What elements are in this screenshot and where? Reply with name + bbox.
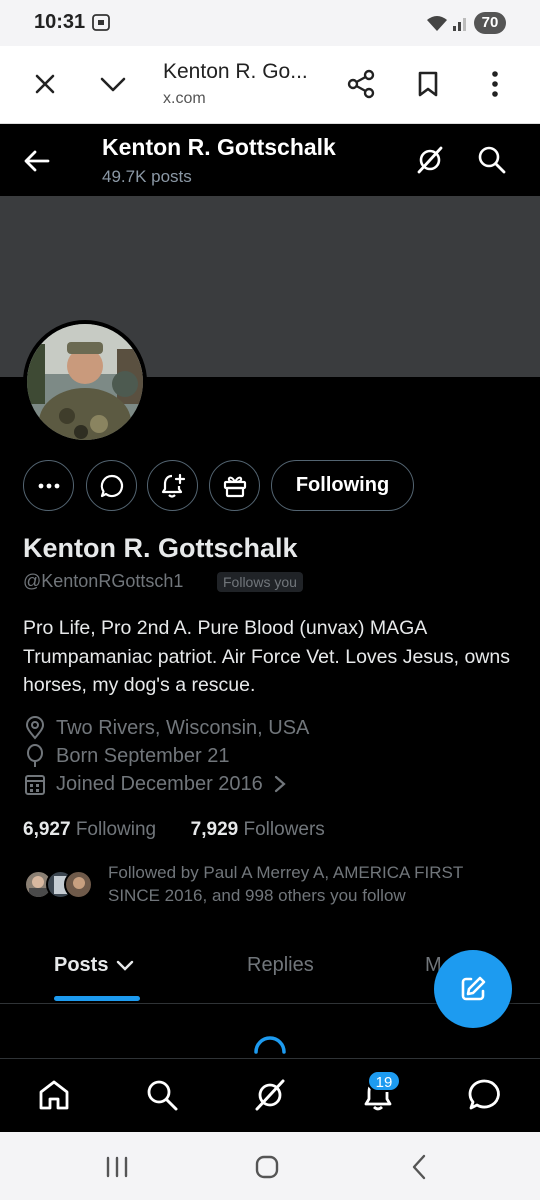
status-time: 10:31 [34, 11, 86, 33]
message-icon [100, 474, 123, 497]
grok-icon[interactable] [414, 144, 446, 176]
profile-location: Two Rivers, Wisconsin, USA [24, 716, 309, 740]
browser-toolbar: Kenton R. Go... x.com [0, 46, 540, 124]
profile-header: Kenton R. Gottschalk 49.7K posts [0, 124, 540, 196]
profile-handle: @KentonRGottsch1 [23, 571, 184, 591]
bottom-navigation [0, 1058, 540, 1132]
share-icon [347, 69, 375, 99]
minimize-button[interactable] [95, 66, 131, 102]
tab-posts-label: Posts [54, 954, 109, 976]
bookmark-icon [418, 71, 438, 97]
joined-text: Joined December 2016 [56, 772, 263, 795]
chevron-right-icon[interactable] [273, 774, 287, 794]
header-posts-count: 49.7K posts [102, 167, 192, 186]
share-button[interactable] [343, 66, 379, 102]
balloon-icon [27, 744, 43, 767]
notify-button[interactable] [147, 460, 198, 511]
close-icon [35, 74, 55, 94]
home-button-icon[interactable] [252, 1152, 282, 1182]
wifi-icon [427, 16, 447, 31]
followed-by-text: Followed by Paul A Merrey A, AMERICA FIR… [108, 863, 463, 905]
gift-button[interactable] [209, 460, 260, 511]
profile-joined: Joined December 2016 [24, 772, 287, 796]
home-icon[interactable] [36, 1077, 72, 1113]
followers-label: Followers [243, 819, 325, 840]
following-link[interactable]: 6,927 Following [23, 819, 156, 840]
more-horizontal-icon [38, 483, 59, 488]
grok-icon[interactable] [252, 1077, 288, 1113]
browser-domain: x.com [163, 90, 206, 107]
follower-avatar [64, 870, 93, 899]
browser-menu-button[interactable] [477, 66, 513, 102]
following-count: 6,927 [23, 819, 71, 840]
battery-indicator: 70 [474, 12, 506, 34]
recent-apps-icon[interactable] [102, 1152, 132, 1182]
screenshot-icon [92, 14, 110, 31]
avatar[interactable] [23, 320, 147, 444]
header-name: Kenton R. Gottschalk [102, 134, 336, 160]
more-options-button[interactable] [23, 460, 74, 511]
compose-icon [461, 976, 486, 1001]
browser-page-title: Kenton R. Go... [163, 60, 308, 83]
close-tab-button[interactable] [27, 66, 63, 102]
chevron-down-icon [100, 77, 126, 92]
follow-counts: 6,927 Following 7,929 Followers [23, 819, 325, 841]
avatar-image [27, 324, 143, 440]
tab-posts[interactable]: Posts [54, 954, 134, 977]
message-button[interactable] [86, 460, 137, 511]
compose-post-button[interactable] [434, 950, 512, 1028]
status-bar: 10:31 70 [0, 0, 540, 46]
followers-count: 7,929 [190, 819, 239, 840]
bookmark-button[interactable] [410, 66, 446, 102]
following-button[interactable]: Following [271, 460, 414, 511]
search-icon[interactable] [476, 144, 508, 176]
location-pin-icon [25, 716, 45, 740]
search-icon[interactable] [144, 1077, 180, 1113]
location-text: Two Rivers, Wisconsin, USA [56, 716, 310, 739]
signal-icon [453, 18, 466, 31]
back-arrow-icon[interactable] [22, 146, 52, 176]
profile-actions: Following [0, 460, 540, 512]
following-label: Following [75, 819, 157, 840]
profile-display-name: Kenton R. Gottschalk [23, 533, 298, 563]
profile-bio: Pro Life, Pro 2nd A. Pure Blood (unvax) … [23, 617, 510, 696]
more-vertical-icon [492, 71, 498, 97]
system-navigation-bar [0, 1132, 540, 1200]
tab-replies[interactable]: Replies [247, 954, 314, 977]
follows-you-badge: Follows you [217, 572, 303, 592]
active-tab-indicator [54, 996, 140, 1001]
calendar-icon [25, 775, 45, 795]
gift-icon [223, 476, 246, 497]
messages-icon[interactable] [467, 1077, 503, 1113]
notification-badge: 19 [367, 1070, 401, 1092]
back-button-icon[interactable] [405, 1152, 435, 1182]
profile-birthday: Born September 21 [24, 744, 229, 768]
birthday-text: Born September 21 [56, 744, 230, 767]
chevron-down-icon [117, 960, 134, 971]
followed-by-row[interactable]: Followed by Paul A Merrey A, AMERICA FIR… [24, 861, 524, 909]
bell-plus-icon [161, 473, 185, 498]
followers-link[interactable]: 7,929 Followers [191, 819, 325, 840]
